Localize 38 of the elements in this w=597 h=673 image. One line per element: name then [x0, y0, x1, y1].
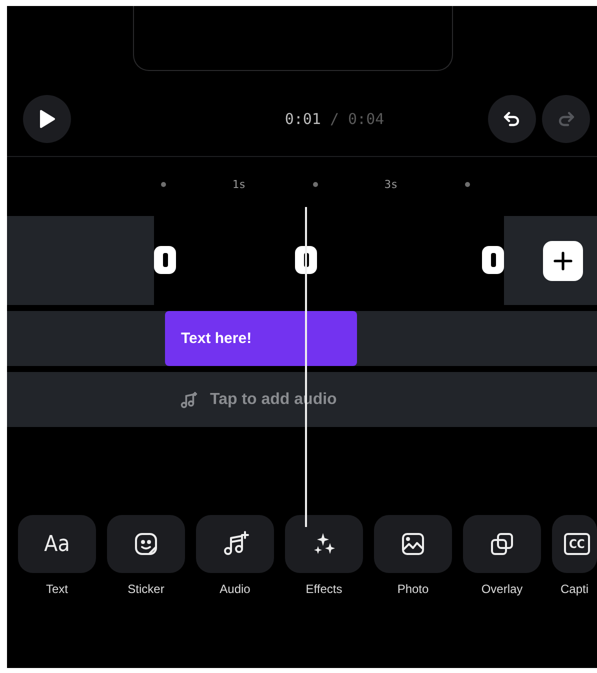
plus-icon: [553, 250, 573, 270]
tool-label: Photo: [397, 582, 429, 596]
tool-button[interactable]: [285, 515, 363, 573]
tool-label: Capti: [560, 582, 588, 596]
tool-button[interactable]: CC: [552, 515, 597, 573]
tool-button[interactable]: Aa: [18, 515, 96, 573]
audio-icon: [221, 530, 249, 558]
tool-label: Audio: [220, 582, 250, 596]
tool-glyph: Aa: [44, 532, 70, 556]
overlay-icon: [488, 530, 516, 558]
play-button[interactable]: [23, 95, 71, 143]
add-clip-button[interactable]: [543, 240, 583, 280]
time-label: 1s: [232, 178, 246, 190]
tool-glyph: CC: [564, 533, 590, 555]
music-icon: [180, 390, 198, 408]
tick-dot: [464, 182, 470, 186]
photo-icon: [399, 530, 427, 558]
undo-icon: [502, 109, 522, 129]
sticker-icon: [132, 530, 160, 558]
tick-dot: [160, 182, 166, 186]
tool-button[interactable]: [463, 515, 541, 573]
redo-icon: [556, 109, 576, 129]
tick-dot: [312, 182, 318, 186]
trim-handle[interactable]: [482, 246, 504, 274]
play-icon: [38, 109, 56, 129]
time-label: 3s: [384, 178, 398, 190]
text-clip[interactable]: Text here!: [165, 311, 357, 366]
tool-label: Overlay: [481, 582, 523, 596]
total-time: / 0:04: [330, 110, 384, 128]
tool-label: Effects: [306, 582, 342, 596]
tool-label: Text: [46, 582, 68, 596]
undo-button[interactable]: [488, 95, 536, 143]
tool-button[interactable]: [107, 515, 185, 573]
tool-button[interactable]: [374, 515, 452, 573]
tool-label: Sticker: [128, 582, 164, 596]
trim-handle[interactable]: [154, 246, 176, 274]
tool-button[interactable]: [196, 515, 274, 573]
current-time: 0:01: [284, 110, 321, 128]
